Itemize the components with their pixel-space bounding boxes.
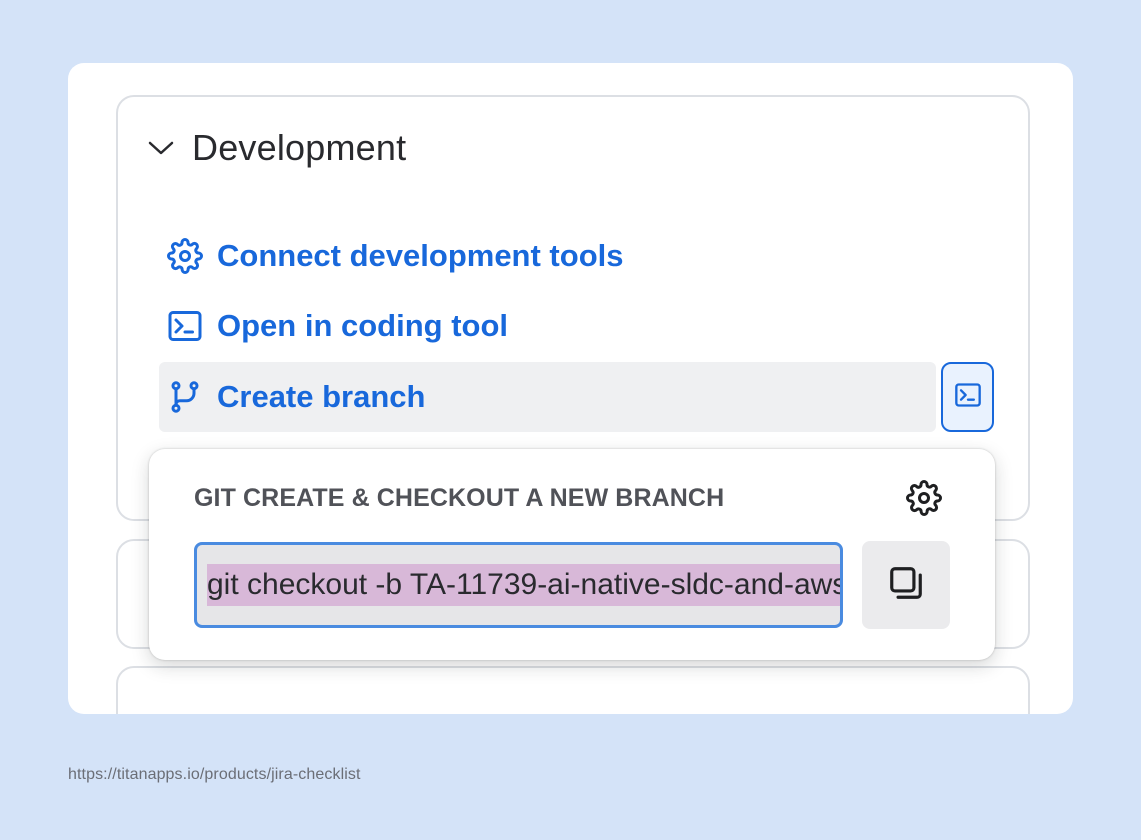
branch-icon <box>167 379 203 415</box>
gear-icon <box>167 238 203 274</box>
git-command-text: git checkout -b TA-11739-ai-native-sldc-… <box>207 564 840 606</box>
create-branch-label: Create branch <box>217 379 426 414</box>
connect-development-tools-label: Connect development tools <box>217 238 624 273</box>
source-url: https://titanapps.io/products/jira-check… <box>68 766 361 783</box>
collapsed-panel <box>116 666 1030 714</box>
create-branch-link[interactable]: Create branch <box>159 362 936 432</box>
gear-icon[interactable] <box>905 479 943 517</box>
terminal-icon <box>167 308 203 344</box>
create-branch-command-button[interactable] <box>941 362 994 432</box>
development-header[interactable]: Development <box>148 127 406 169</box>
copy-button[interactable] <box>862 541 950 629</box>
content-card: Development Connect development tools Op… <box>68 63 1073 714</box>
git-command-field[interactable]: git checkout -b TA-11739-ai-native-sldc-… <box>194 542 843 628</box>
connect-development-tools-link[interactable]: Connect development tools <box>159 221 623 291</box>
open-in-coding-tool-label: Open in coding tool <box>217 308 509 343</box>
popup-title: GIT CREATE & CHECKOUT A NEW BRANCH <box>194 484 725 512</box>
open-in-coding-tool-link[interactable]: Open in coding tool <box>159 291 508 361</box>
panel-title: Development <box>192 127 407 168</box>
terminal-icon <box>954 381 982 414</box>
git-command-popup: GIT CREATE & CHECKOUT A NEW BRANCH git c… <box>149 449 995 660</box>
copy-icon <box>887 564 925 607</box>
chevron-down-icon[interactable] <box>148 140 174 156</box>
